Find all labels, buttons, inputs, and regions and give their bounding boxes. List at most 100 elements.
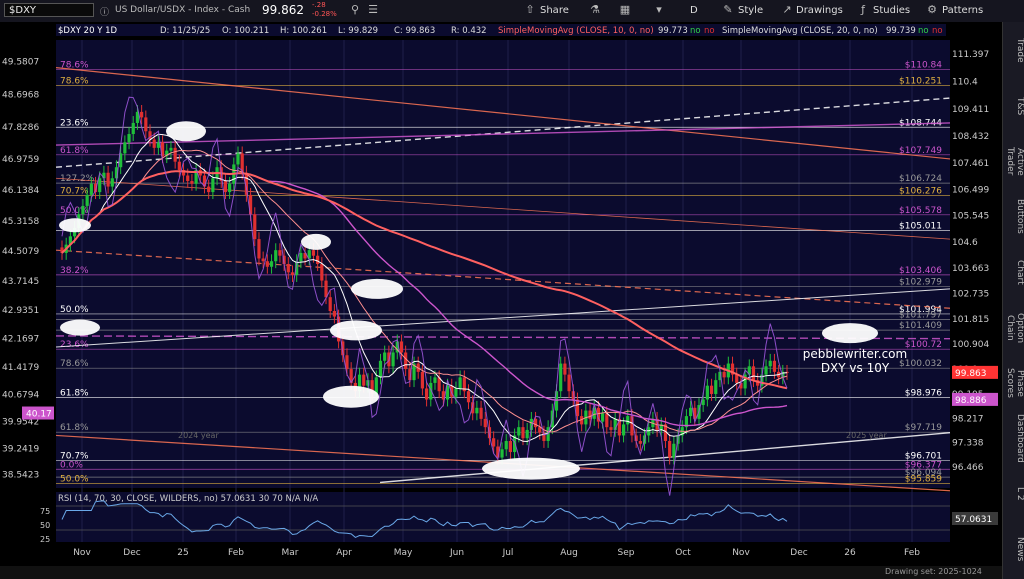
studies-icon[interactable]: ƒ: [856, 3, 870, 17]
x-tick-label: Oct: [675, 548, 691, 558]
candle-body: [123, 142, 127, 154]
candle-body: [286, 264, 290, 273]
side-tab-phase-scores[interactable]: Phase Scores: [1003, 358, 1024, 407]
price-tag-label: 98.886: [955, 396, 987, 406]
candle-body: [517, 427, 521, 436]
candle-body: [106, 172, 110, 187]
x-tick-label: Nov: [732, 548, 750, 558]
annotation-ellipse: [330, 320, 382, 341]
side-tab-buttons[interactable]: Buttons: [1003, 192, 1024, 241]
candle-body: [475, 407, 479, 414]
study-header-text: no: [690, 26, 701, 36]
side-tab-trade[interactable]: Trade: [1003, 26, 1024, 75]
candle-body: [383, 352, 387, 361]
study-header-text: C: 99.863: [394, 26, 435, 36]
fib-percent-label: 78.6%: [60, 77, 89, 87]
info-icon[interactable]: ⓘ: [100, 5, 109, 18]
candle-body: [173, 147, 177, 162]
candle-body: [521, 427, 525, 439]
candle-body: [207, 186, 211, 193]
grid-icon[interactable]: ▦: [618, 3, 632, 17]
style-button[interactable]: Style: [738, 4, 763, 17]
fib-percent-label: 78.6%: [60, 359, 89, 369]
y-tick-label-right: 105.545: [952, 212, 989, 222]
candle-body: [605, 413, 609, 428]
symbol-input[interactable]: $DXY: [4, 3, 94, 17]
study-header-text: no: [932, 26, 943, 36]
price-tag-label: 99.863: [955, 369, 987, 379]
style-icon[interactable]: ✎: [721, 3, 735, 17]
share-icon[interactable]: ⇧: [523, 3, 537, 17]
candle-body: [257, 239, 261, 259]
bell-icon[interactable]: ⚲: [348, 3, 362, 17]
x-tick-label: May: [394, 548, 413, 558]
year-marker: 2024 year: [178, 431, 219, 440]
annotation-ellipse: [60, 319, 100, 336]
y-tick-label-right: 101.815: [952, 315, 989, 325]
x-tick-label: 26: [844, 548, 856, 558]
side-tab-chart[interactable]: Chart: [1003, 248, 1024, 297]
candle-body: [211, 178, 215, 193]
candle-body: [399, 341, 404, 353]
side-tab-option-chain[interactable]: Option Chain: [1003, 303, 1024, 352]
candle-body: [575, 399, 580, 417]
candle-body: [110, 178, 114, 187]
price-chart[interactable]: Nov Dec 25 Feb Mar Apr May Jun Jul Aug Sep Oct Nov De…: [0, 22, 1002, 566]
fib-price-label: $101.409: [899, 321, 942, 331]
candle-body: [567, 374, 571, 392]
rsi-header: RSI (14, 70, 30, CLOSE, WILDERS, no) 57.…: [58, 494, 318, 504]
side-tab-bar: Trade T&S Active Trader Buttons Chart Option …: [1002, 22, 1024, 579]
study-header-text: SimpleMovingAvg (CLOSE, 10, 0, no): [498, 26, 654, 36]
y-tick-label-right: 106.499: [952, 185, 989, 195]
x-tick-label: Feb: [228, 548, 244, 558]
candle-body: [98, 178, 102, 193]
menu-icon[interactable]: ☰: [366, 3, 380, 17]
side-tab-news[interactable]: News: [1003, 525, 1024, 574]
fib-percent-label: 61.8%: [60, 423, 89, 433]
flask-icon[interactable]: ⚗: [588, 3, 602, 17]
interval-button[interactable]: D: [690, 4, 698, 17]
drawings-icon[interactable]: ↗: [780, 3, 794, 17]
fib-price-label: $95.859: [905, 475, 942, 485]
candle-body: [320, 264, 324, 281]
candle-body: [722, 371, 726, 378]
dropdown-icon[interactable]: ▾: [652, 3, 666, 17]
side-tab-t-s[interactable]: T&S: [1003, 81, 1024, 130]
annotation-ellipse: [351, 278, 403, 299]
candle-body: [144, 117, 148, 132]
candle-body: [140, 111, 144, 118]
patterns-button[interactable]: Patterns: [942, 4, 983, 17]
patterns-icon[interactable]: ⚙: [925, 3, 939, 17]
side-tab-active-trader[interactable]: Active Trader: [1003, 137, 1024, 186]
annotation-ellipse: [301, 233, 331, 250]
fib-percent-label: 61.8%: [60, 146, 89, 156]
x-tick-label: Nov: [73, 548, 91, 558]
study-header-text: D: 11/25/25: [160, 26, 210, 36]
fib-percent-label: 50.0%: [60, 475, 89, 485]
candle-body: [768, 360, 772, 367]
x-tick-label: Jun: [449, 548, 464, 558]
side-tab-l-2[interactable]: L 2: [1003, 469, 1024, 518]
candle-body: [269, 261, 274, 267]
candle-body: [500, 449, 504, 458]
study-header-text: R: 0.432: [451, 26, 487, 36]
rsi-value-label: 57.0631: [955, 515, 992, 525]
candle-body: [621, 424, 626, 436]
candle-body: [391, 352, 395, 367]
candle-body: [404, 352, 408, 370]
candle-body: [525, 429, 529, 439]
y-tick-label-right: 98.217: [952, 414, 984, 424]
share-button[interactable]: Share: [540, 4, 569, 17]
drawings-button[interactable]: Drawings: [796, 4, 843, 17]
candle-body: [223, 181, 228, 193]
candle-body: [689, 407, 693, 417]
side-tab-dashboard[interactable]: Dashboard: [1003, 414, 1024, 463]
studies-button[interactable]: Studies: [873, 4, 910, 17]
candle-body: [751, 366, 756, 381]
candle-body: [705, 385, 709, 400]
y-tick-label-right: 104.6: [952, 238, 978, 248]
candle-body: [647, 427, 651, 436]
candle-body: [324, 280, 328, 298]
candle-body: [563, 363, 567, 375]
candle-body: [177, 161, 181, 170]
